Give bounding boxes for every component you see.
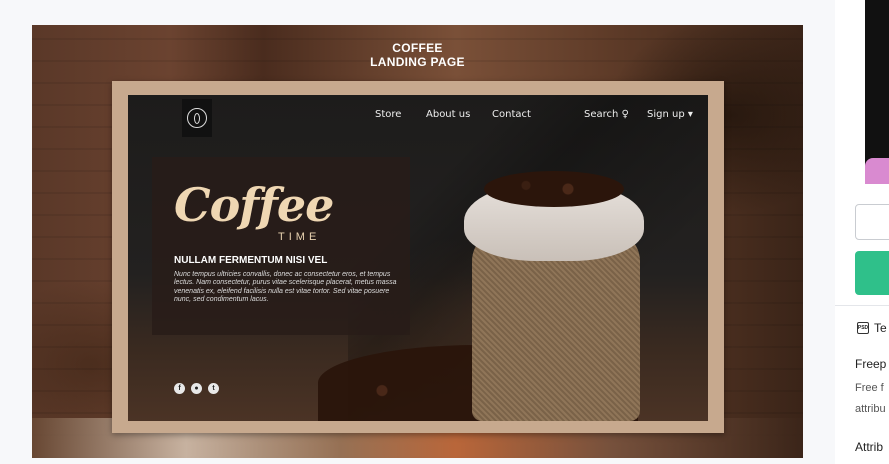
author-thumbnail[interactable] bbox=[865, 0, 889, 184]
facebook-icon: f bbox=[174, 383, 185, 394]
coffee-bean-icon bbox=[187, 108, 207, 128]
file-type-row: PSD Te bbox=[857, 321, 887, 335]
license-line-1: Free f bbox=[855, 382, 884, 394]
landing-page-mockup: Store About us Contact Search ♀ Sign up … bbox=[128, 95, 708, 421]
instagram-icon: ● bbox=[191, 383, 202, 394]
preview-title-line-1: COFFEE bbox=[392, 41, 443, 55]
nav-store: Store bbox=[375, 109, 402, 120]
license-line-2: attribu bbox=[855, 403, 886, 415]
page: COFFEE LANDING PAGE Store About us Conta… bbox=[0, 0, 889, 464]
hero-subtitle: TIME bbox=[278, 231, 321, 243]
resource-preview-image[interactable]: COFFEE LANDING PAGE Store About us Conta… bbox=[32, 25, 803, 458]
preview-title: COFFEE LANDING PAGE bbox=[32, 41, 803, 69]
hero-body-text: Nunc tempus ultricies convallis, donec a… bbox=[174, 271, 397, 303]
coffee-logo bbox=[182, 99, 212, 137]
hero-heading: NULLAM FERMENTUM NISI VEL bbox=[174, 255, 328, 266]
nav-signup: Sign up ▾ bbox=[647, 109, 693, 120]
psd-file-icon: PSD bbox=[857, 322, 869, 334]
nav-contact: Contact bbox=[492, 109, 531, 120]
download-button[interactable] bbox=[855, 251, 889, 295]
attribution-label: Attrib bbox=[855, 440, 884, 454]
preview-title-line-2: LANDING PAGE bbox=[370, 55, 465, 69]
coffee-bag-image bbox=[464, 171, 644, 421]
twitter-icon: t bbox=[208, 383, 219, 394]
file-type-label: Te bbox=[874, 321, 887, 335]
right-sidebar: PSD Te Freep Free f attribu Attrib bbox=[835, 0, 889, 464]
secondary-action-button[interactable] bbox=[855, 204, 889, 240]
nav-search: Search ♀ bbox=[584, 109, 629, 120]
nav-about: About us bbox=[426, 109, 471, 120]
social-icons: f ● t bbox=[174, 383, 219, 394]
divider bbox=[835, 305, 889, 306]
license-title: Freep bbox=[855, 357, 887, 371]
hero-script-title: Coffee bbox=[174, 178, 334, 232]
